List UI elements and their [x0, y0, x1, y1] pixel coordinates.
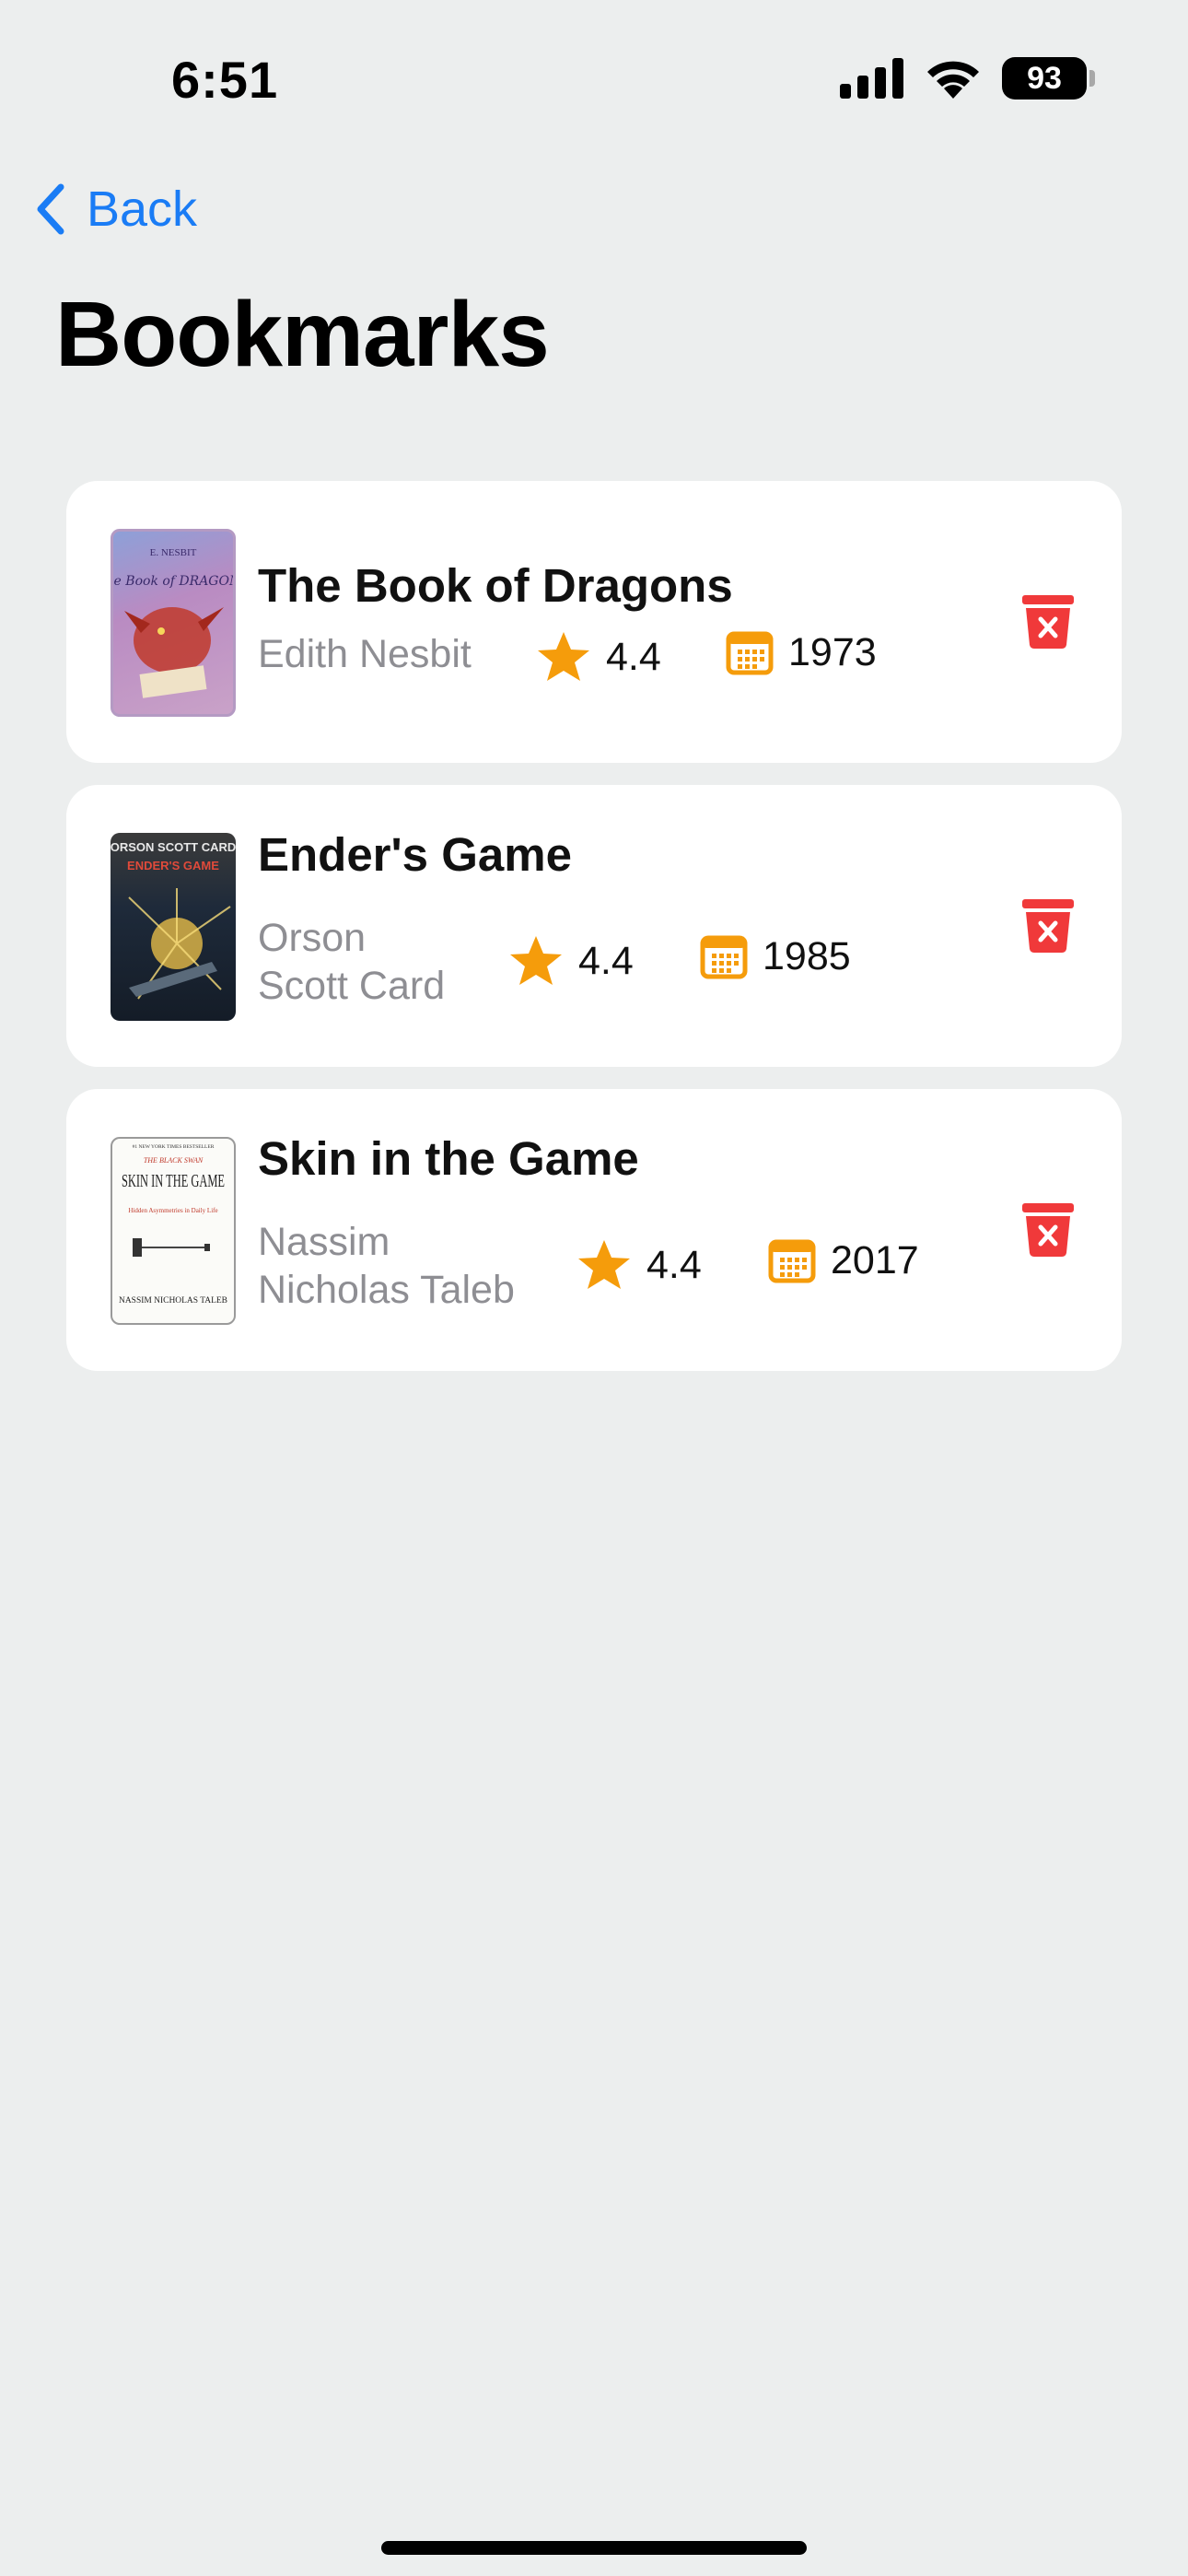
- trash-icon[interactable]: [1020, 897, 1076, 954]
- star-icon: [538, 632, 589, 681]
- cover-subtitle: Hidden Asymmetries in Daily Life: [128, 1207, 217, 1214]
- book-title: Ender's Game: [258, 828, 572, 881]
- cover-title: The Book of DRAGONS: [113, 574, 233, 589]
- rating-value: 4.4: [578, 938, 634, 983]
- book-author: Edith Nesbit: [258, 632, 472, 676]
- book-cover-art: ORSON SCOTT CARD ENDER'S GAME: [111, 840, 236, 1000]
- cover-author: E. NESBIT: [150, 547, 197, 558]
- star-icon: [578, 1240, 630, 1289]
- book-author: Nassim Nicholas Taleb: [258, 1218, 515, 1314]
- star-icon: [510, 936, 562, 985]
- bookmarks-screen: 6:51 93 Back Bookmarks E. NESBIT e Book …: [0, 0, 1188, 2576]
- author-line: Nassim: [258, 1220, 390, 1264]
- year-value: 1985: [763, 934, 851, 978]
- page-title: Bookmarks: [55, 283, 550, 386]
- battery-level: 93: [1027, 60, 1062, 96]
- book-title: Skin in the Game: [258, 1132, 639, 1185]
- book-cover: E. NESBIT The Book of DRAGONS: [111, 529, 236, 717]
- cover-series: THE BLACK SWAN: [144, 1156, 204, 1165]
- book-cover: ORSON SCOTT CARD ENDER'S GAME: [111, 833, 236, 1021]
- back-button[interactable]: Back: [33, 177, 197, 241]
- back-label: Back: [87, 181, 198, 237]
- bookmark-card[interactable]: ORSON SCOTT CARD ENDER'S GAME Ender's Ga…: [66, 785, 1122, 1067]
- battery-cap: [1089, 70, 1095, 87]
- book-title: The Book of Dragons: [258, 559, 733, 612]
- status-time: 6:51: [171, 51, 279, 109]
- year-value: 1973: [788, 630, 877, 674]
- author-line: Nicholas Taleb: [258, 1268, 515, 1312]
- chevron-left-icon: [37, 183, 64, 235]
- calendar-icon: [768, 1239, 816, 1282]
- cover-top-text: #1 NEW YORK TIMES BESTSELLER: [133, 1144, 215, 1150]
- bookmark-card[interactable]: #1 NEW YORK TIMES BESTSELLER THE BLACK S…: [66, 1089, 1122, 1371]
- cover-author: ORSON SCOTT CARD: [111, 840, 236, 854]
- calendar-icon: [700, 935, 748, 978]
- bookmark-card[interactable]: E. NESBIT The Book of DRAGONS The Book o…: [66, 481, 1122, 763]
- year-value: 2017: [831, 1238, 919, 1282]
- book-rating: 4.4: [508, 934, 634, 988]
- trash-icon[interactable]: [1020, 1201, 1076, 1259]
- trash-icon[interactable]: [1020, 593, 1076, 650]
- author-line: Scott Card: [258, 964, 446, 1008]
- book-rating: 4.4: [577, 1238, 702, 1292]
- cellular-signal-icon: [840, 58, 903, 99]
- book-year: 2017: [768, 1238, 919, 1283]
- calendar-icon: [726, 631, 774, 674]
- home-indicator[interactable]: [381, 2541, 807, 2555]
- book-cover: #1 NEW YORK TIMES BESTSELLER THE BLACK S…: [111, 1137, 236, 1325]
- author-line: Orson: [258, 916, 367, 960]
- rating-value: 4.4: [606, 634, 661, 679]
- book-rating: 4.4: [536, 630, 661, 684]
- book-cover-art: #1 NEW YORK TIMES BESTSELLER THE BLACK S…: [119, 1144, 227, 1305]
- book-cover-art: E. NESBIT The Book of DRAGONS: [113, 547, 233, 698]
- book-author: Orson Scott Card: [258, 914, 445, 1010]
- battery-indicator: 93: [1002, 57, 1095, 100]
- book-year: 1985: [700, 934, 851, 979]
- cover-title: ENDER'S GAME: [127, 859, 219, 872]
- status-indicators: 93: [840, 57, 1095, 100]
- cover-author: NASSIM NICHOLAS TALEB: [119, 1295, 227, 1305]
- rating-value: 4.4: [646, 1242, 702, 1287]
- wifi-icon: [927, 61, 979, 99]
- cover-title: SKIN IN THE GAME: [122, 1171, 225, 1191]
- book-year: 1973: [726, 630, 877, 675]
